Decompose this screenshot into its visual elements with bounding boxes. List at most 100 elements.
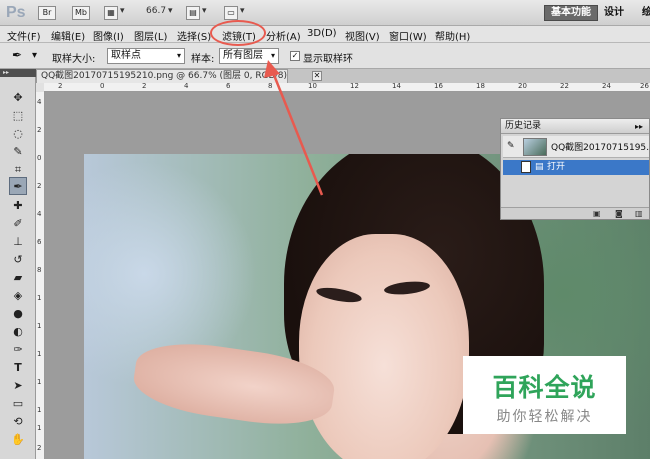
- menu-image[interactable]: 图像(I): [93, 28, 124, 43]
- lasso-tool-icon[interactable]: ◌: [9, 125, 27, 143]
- chevron-down-icon[interactable]: ▾: [240, 6, 245, 16]
- ruler-label: 1: [37, 378, 42, 386]
- ruler-label: 16: [434, 82, 443, 90]
- 3d-rotate-tool-icon[interactable]: ⟲: [9, 413, 27, 431]
- workspace-essentials-button[interactable]: 基本功能: [544, 5, 598, 21]
- pen-tool-icon[interactable]: ✑: [9, 341, 27, 359]
- eraser-tool-icon[interactable]: ▰: [9, 269, 27, 287]
- app-bar: Ps Br Mb ▦ ▾ 66.7 ▾ ▤ ▾ ▭ ▾ 基本功能 设计 绘: [0, 0, 650, 26]
- eyedropper-tool-icon[interactable]: ✒: [9, 177, 27, 195]
- ruler-label: 4: [37, 210, 42, 218]
- ruler-label: 2: [142, 82, 147, 90]
- brush-tool-icon[interactable]: ✐: [9, 215, 27, 233]
- watermark-subtitle: 助你轻松解决: [496, 409, 593, 425]
- ruler-label: 8: [37, 266, 42, 274]
- sample-size-select[interactable]: 取样点 ▾: [107, 48, 185, 64]
- chevron-down-icon[interactable]: ▾: [120, 6, 125, 16]
- history-brush-tool-icon[interactable]: ↺: [9, 251, 27, 269]
- tools-panel: ▸▸ ✥ ⬚ ◌ ✎ ⌗ ✒ ✚ ✐ ⊥ ↺ ▰ ◈ ● ◐ ✑ T ➤ ▭ ⟲…: [0, 69, 36, 459]
- dodge-tool-icon[interactable]: ◐: [9, 323, 27, 341]
- menu-help[interactable]: 帮助(H): [435, 28, 470, 43]
- workspace-design-button[interactable]: 设计: [604, 5, 624, 21]
- menu-file[interactable]: 文件(F): [7, 28, 41, 43]
- show-sample-ring-checkbox[interactable]: ✓: [290, 51, 300, 61]
- zoom-level[interactable]: 66.7: [146, 6, 166, 16]
- bridge-button[interactable]: Br: [38, 6, 56, 20]
- stamp-tool-icon[interactable]: ⊥: [9, 233, 27, 251]
- ruler-label: 1: [37, 322, 42, 330]
- menu-view[interactable]: 视图(V): [345, 28, 380, 43]
- hand-tool-icon[interactable]: ✋: [9, 431, 27, 449]
- show-sample-ring-label: 显示取样环: [303, 54, 353, 65]
- sample-select[interactable]: 所有图层 ▾: [219, 48, 279, 64]
- panel-grip[interactable]: ▸▸: [0, 69, 36, 77]
- annotation-circle: [210, 20, 266, 46]
- horizontal-ruler[interactable]: 2 0 2 4 6 8 10 12 14 16 18 20 22 24 26: [44, 82, 650, 92]
- close-icon[interactable]: ✕: [312, 71, 322, 81]
- screen-mode-icon[interactable]: ▭: [224, 6, 238, 20]
- brush-source-icon[interactable]: ✎: [507, 141, 515, 151]
- ruler-label: 4: [184, 82, 189, 90]
- ruler-label: 14: [392, 82, 401, 90]
- workspace-more-button[interactable]: 绘: [642, 5, 650, 21]
- chevron-down-icon: ▾: [176, 51, 181, 60]
- arrange-icon[interactable]: ▤: [186, 6, 200, 20]
- document-tab-row: QQ截图20170715195210.png @ 66.7% (图层 0, RG…: [36, 69, 650, 83]
- bucket-tool-icon[interactable]: ◈: [9, 287, 27, 305]
- menu-analysis[interactable]: 分析(A): [266, 28, 301, 43]
- menu-window[interactable]: 窗口(W): [389, 28, 427, 43]
- history-snapshot[interactable]: ✎ QQ截图20170715195…: [503, 136, 650, 158]
- ruler-label: 2: [37, 444, 42, 452]
- watermark-title: 百科全说: [492, 373, 597, 402]
- menu-edit[interactable]: 编辑(E): [51, 28, 85, 43]
- ruler-label: 26: [640, 82, 649, 90]
- healing-tool-icon[interactable]: ✚: [9, 197, 27, 215]
- panel-menu-icon[interactable]: ▸▸: [635, 120, 643, 133]
- mini-bridge-button[interactable]: Mb: [72, 6, 90, 20]
- ruler-label: 22: [560, 82, 569, 90]
- marquee-tool-icon[interactable]: ⬚: [9, 107, 27, 125]
- type-tool-icon[interactable]: T: [9, 359, 27, 377]
- ruler-label: 1: [37, 350, 42, 358]
- history-tab[interactable]: 历史记录: [505, 120, 541, 133]
- quick-select-tool-icon[interactable]: ✎: [9, 143, 27, 161]
- ruler-label: 1: [37, 294, 42, 302]
- sample-size-value: 取样点: [111, 50, 141, 61]
- document-icon: ▤: [535, 162, 544, 172]
- menu-3d[interactable]: 3D(D): [307, 28, 337, 39]
- snapshot-name: QQ截图20170715195…: [551, 143, 650, 153]
- move-tool-icon[interactable]: ✥: [9, 89, 27, 107]
- ruler-label: 8: [268, 82, 273, 90]
- chevron-down-icon[interactable]: ▾: [202, 6, 207, 16]
- menu-select[interactable]: 选择(S): [177, 28, 211, 43]
- ruler-label: 24: [602, 82, 611, 90]
- history-footer: ▣ ◙ ▥: [501, 207, 649, 219]
- shape-tool-icon[interactable]: ▭: [9, 395, 27, 413]
- ruler-label: 6: [226, 82, 231, 90]
- sample-size-label: 取样大小:: [52, 54, 96, 65]
- menu-bar: 文件(F) 编辑(E) 图像(I) 图层(L) 选择(S) 滤镜(T) 分析(A…: [0, 26, 650, 43]
- extras-icon[interactable]: ▦: [104, 6, 118, 20]
- history-marker-icon: [521, 161, 531, 173]
- new-document-from-state-icon[interactable]: ▣: [593, 209, 601, 219]
- path-select-tool-icon[interactable]: ➤: [9, 377, 27, 395]
- menu-layer[interactable]: 图层(L): [134, 28, 167, 43]
- photo-face: [299, 234, 469, 459]
- ruler-label: 20: [518, 82, 527, 90]
- ruler-label: 2: [37, 182, 42, 190]
- snapshot-thumbnail: [523, 138, 547, 156]
- eyedropper-preset-icon[interactable]: ✒: [12, 48, 22, 62]
- history-step-open[interactable]: ▤ 打开: [503, 160, 649, 175]
- vertical-ruler[interactable]: 4 2 0 2 4 6 8 1 1 1 1 1 1 2: [36, 92, 45, 459]
- ruler-label: 1: [37, 406, 42, 414]
- watermark-badge: 百科全说 助你轻松解决: [463, 356, 626, 434]
- chevron-down-icon[interactable]: ▾: [168, 6, 173, 16]
- new-snapshot-icon[interactable]: ◙: [615, 209, 623, 219]
- ruler-label: 2: [37, 126, 42, 134]
- options-caret-icon[interactable]: ▾: [32, 50, 37, 61]
- trash-icon[interactable]: ▥: [635, 209, 643, 219]
- blur-tool-icon[interactable]: ●: [9, 305, 27, 323]
- history-step-label: 打开: [547, 162, 566, 172]
- ruler-label: 2: [58, 82, 63, 90]
- document-tab[interactable]: QQ截图20170715195210.png @ 66.7% (图层 0, RG…: [36, 69, 288, 83]
